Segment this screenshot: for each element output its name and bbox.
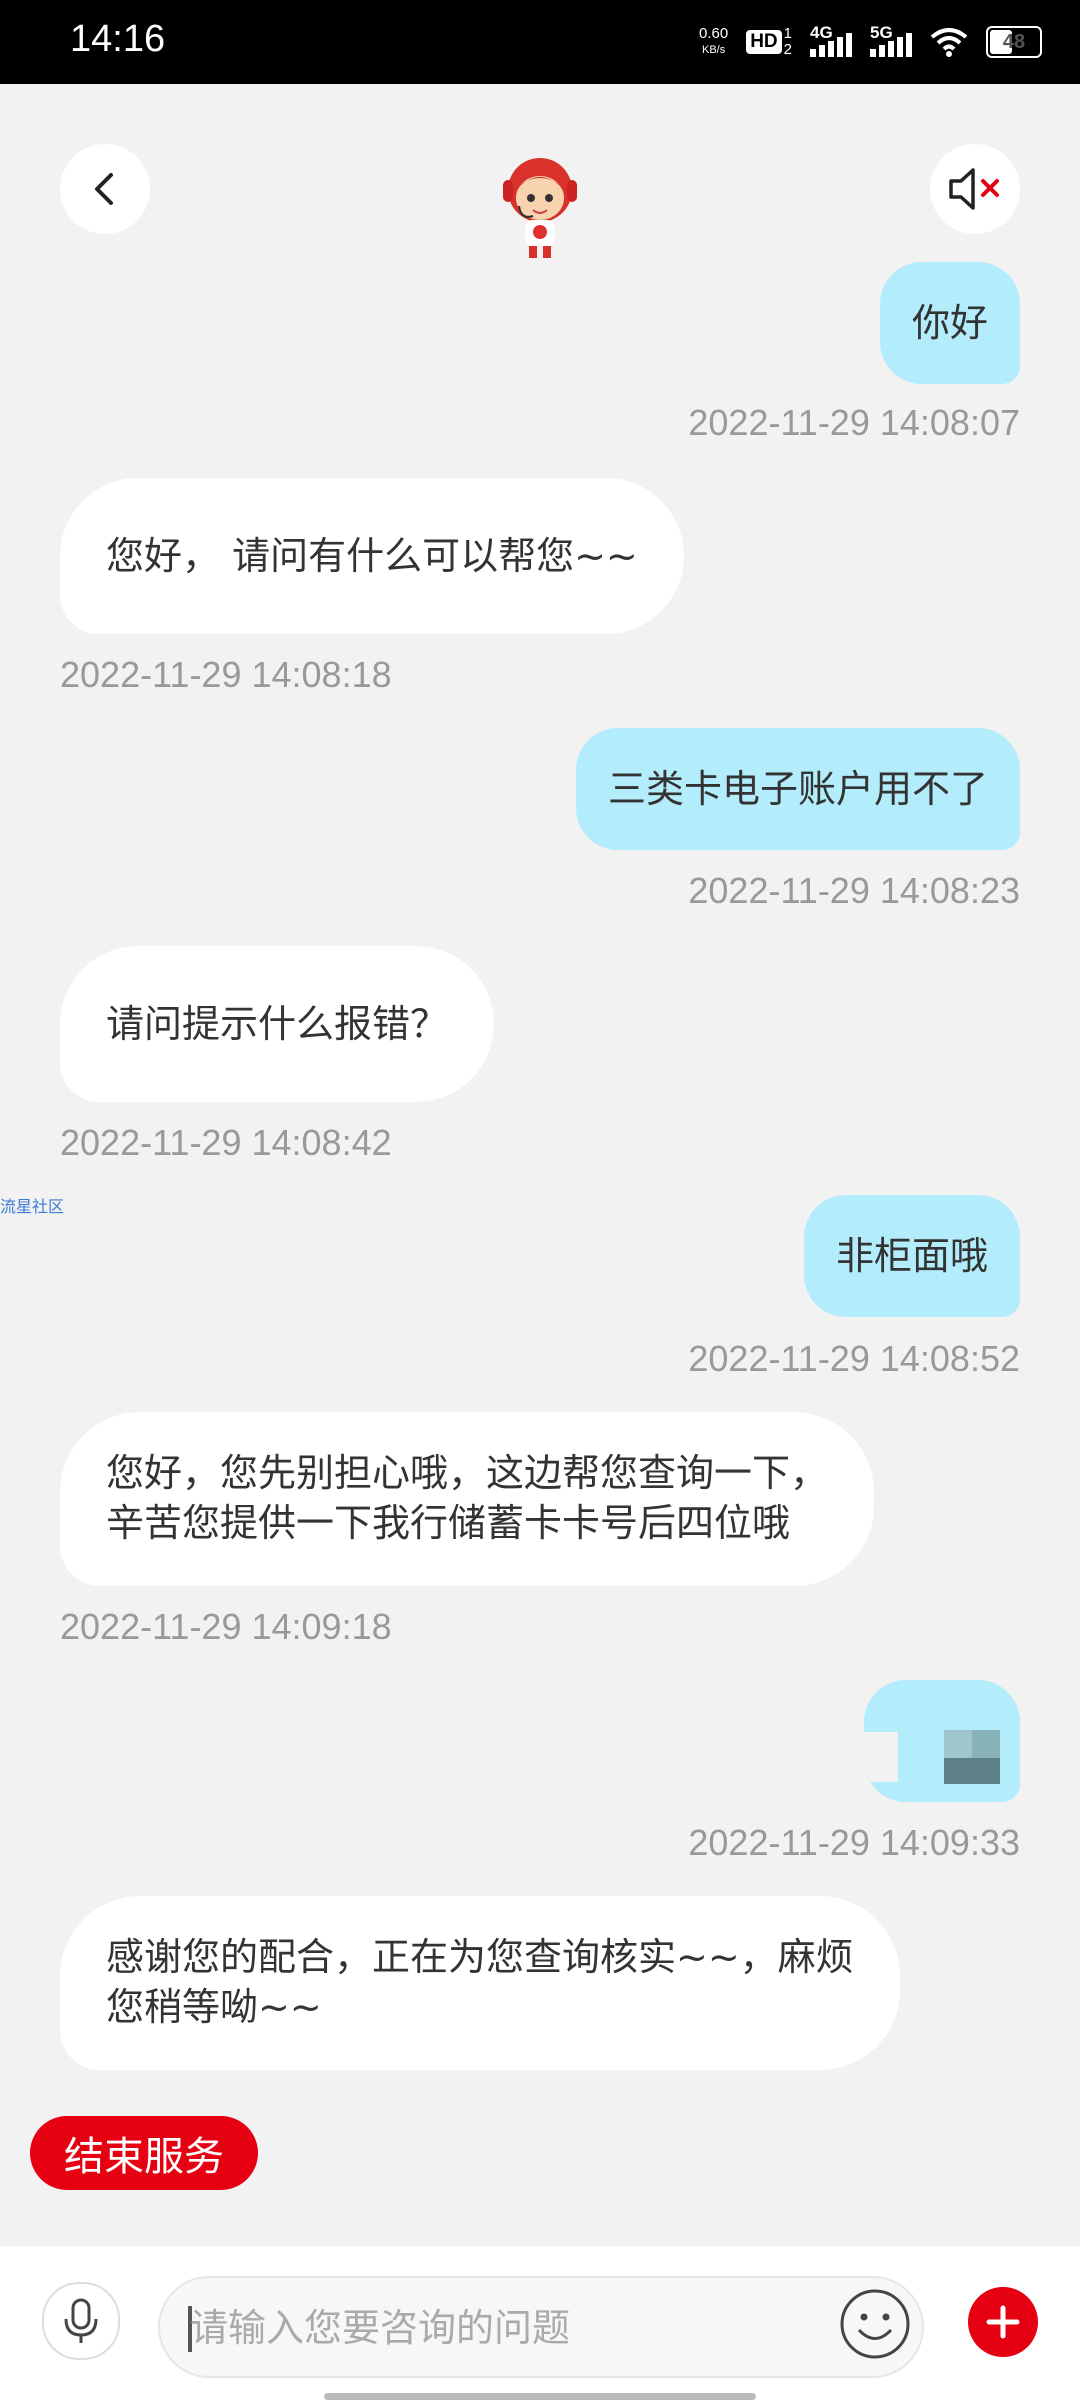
- signal-4g-label: 4G: [810, 23, 833, 42]
- network-speed-unit: KB/s: [701, 44, 726, 56]
- voice-input-button[interactable]: [42, 2282, 120, 2360]
- signal-4g-icon: 4G: [810, 23, 852, 57]
- hd-voice-icon: HD 12: [746, 26, 792, 58]
- agent-message: 您好， 请问有什么可以帮您~~: [60, 478, 684, 634]
- message-timestamp: 2022-11-29 14:08:52: [688, 1338, 1020, 1379]
- message-timestamp: 2022-11-29 14:08:18: [60, 654, 392, 695]
- home-indicator[interactable]: [324, 2393, 756, 2400]
- hd-sub-2: 2: [783, 41, 792, 58]
- status-bar: 14:16 0.60 KB/s HD 12 4G 5G 48: [0, 0, 1080, 84]
- message-timestamp: 2022-11-29 14:08:42: [60, 1122, 392, 1163]
- status-time: 14:16: [70, 18, 166, 60]
- watermark: 流星社区: [0, 1197, 65, 1216]
- redaction-pixel: [972, 1730, 1000, 1758]
- speaker-muted-icon: [949, 168, 999, 210]
- message-timestamp: 2022-11-29 14:09:18: [60, 1606, 392, 1647]
- signal-5g-icon: 5G: [870, 23, 912, 57]
- hd-badge: HD: [746, 30, 782, 54]
- message-input[interactable]: [188, 2278, 772, 2378]
- network-speed: 0.60 KB/s: [699, 26, 728, 58]
- agent-message-line: 您好，您先别担心哦，这边帮您查询一下，: [106, 1451, 829, 1495]
- plus-icon: [986, 2305, 1020, 2339]
- end-service-button[interactable]: 结束服务: [30, 2116, 258, 2190]
- mute-toggle-button[interactable]: [930, 144, 1020, 234]
- message-timestamp: 2022-11-29 14:08:07: [688, 402, 1020, 443]
- input-bar: [0, 2246, 1080, 2408]
- back-button[interactable]: [60, 144, 150, 234]
- agent-message-line: 您稍等呦~~: [106, 1985, 322, 2029]
- battery-icon: 48: [986, 26, 1042, 58]
- redaction-pixel: [944, 1730, 972, 1758]
- agent-message: 您好，您先别担心哦，这边帮您查询一下， 辛苦您提供一下我行储蓄卡卡号后四位哦: [60, 1412, 875, 1586]
- customer-service-mascot: [503, 158, 577, 258]
- user-message-redacted: [864, 1680, 1020, 1802]
- user-message: 三类卡电子账户用不了: [575, 728, 1020, 850]
- redaction-block: [864, 1732, 898, 1782]
- network-speed-value: 0.60: [699, 25, 729, 42]
- hd-sub-1: 1: [783, 25, 792, 42]
- chevron-left-icon: [95, 173, 113, 205]
- agent-message: 请问提示什么报错？: [60, 946, 495, 1102]
- battery-level: 48: [1002, 30, 1026, 53]
- redaction-pixel: [944, 1758, 1000, 1784]
- signal-5g-label: 5G: [870, 23, 893, 42]
- status-icons: 0.60 KB/s HD 12 4G 5G 48: [699, 20, 1042, 64]
- message-input-field[interactable]: [158, 2276, 924, 2378]
- agent-message: 感谢您的配合，正在为您查询核实~~，麻烦 您稍等呦~~: [60, 1896, 900, 2070]
- user-message: 非柜面哦: [803, 1195, 1020, 1317]
- microphone-icon: [64, 2298, 98, 2343]
- agent-message-line: 感谢您的配合，正在为您查询核实~~，麻烦: [106, 1935, 854, 1979]
- user-message: 你好: [879, 262, 1020, 384]
- more-options-button[interactable]: [968, 2287, 1038, 2357]
- message-timestamp: 2022-11-29 14:08:23: [688, 870, 1020, 911]
- message-timestamp: 2022-11-29 14:09:33: [688, 1822, 1020, 1863]
- agent-message-line: 辛苦您提供一下我行储蓄卡卡号后四位哦: [106, 1501, 791, 1545]
- wifi-icon: [930, 28, 968, 57]
- emoji-button[interactable]: [838, 2287, 912, 2361]
